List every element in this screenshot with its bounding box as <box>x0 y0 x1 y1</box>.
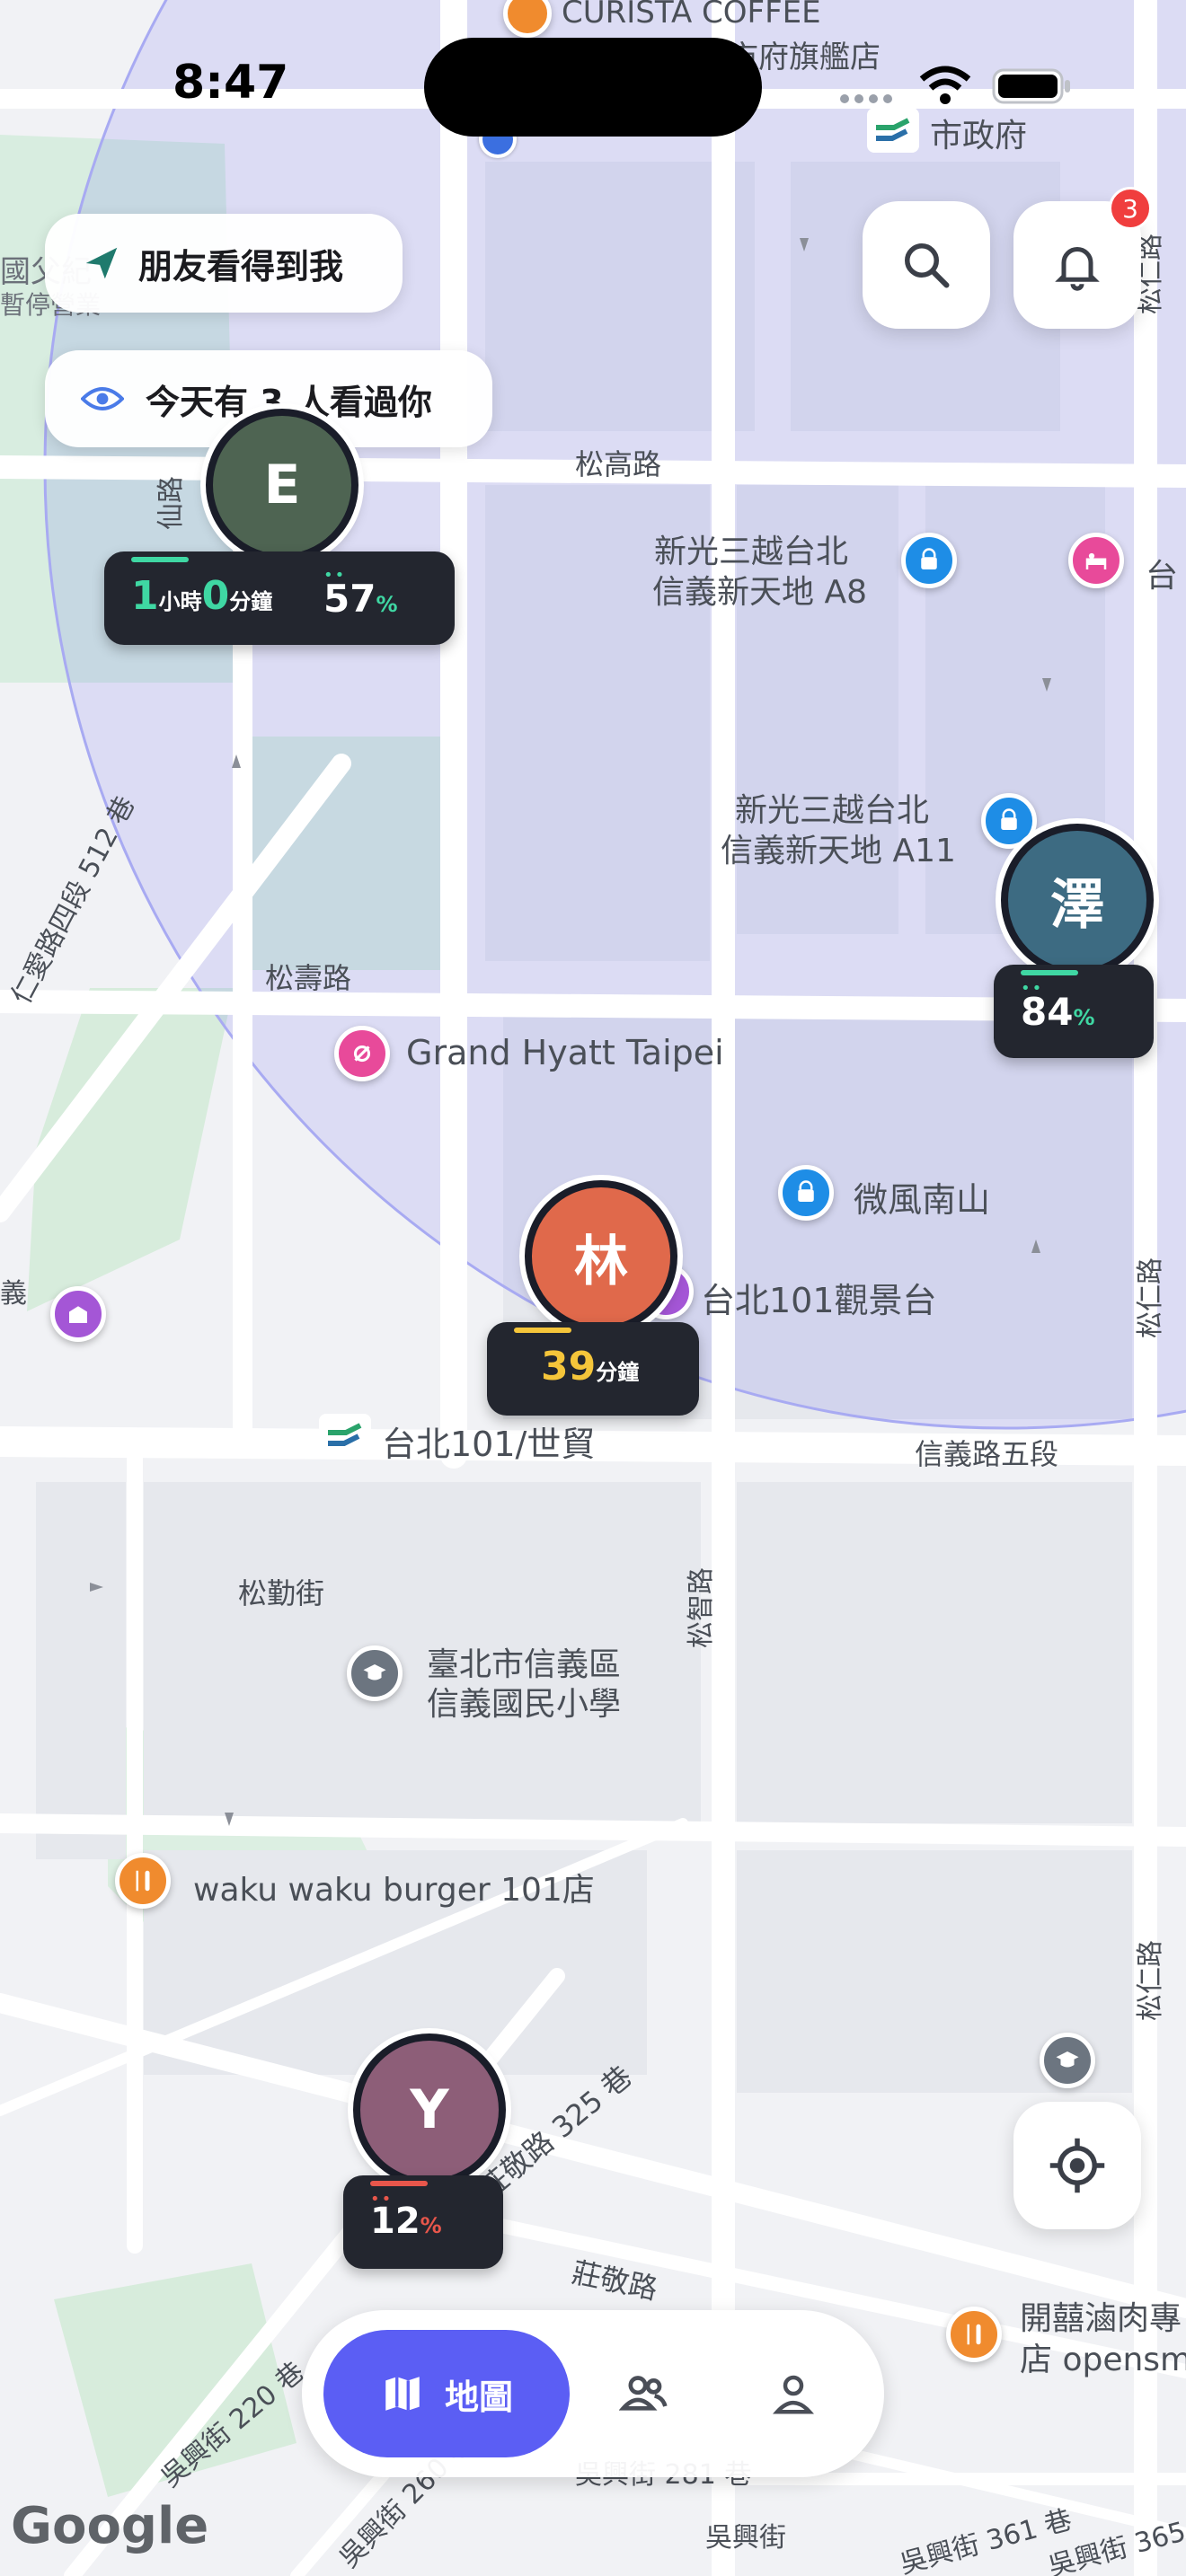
tab-map[interactable]: 地圖 <box>323 2330 570 2457</box>
friend-avatar-ze[interactable]: 澤 <box>1001 824 1154 976</box>
place-label: 台 <box>1146 558 1179 595</box>
place-label: 開囍滷肉專 <box>1020 2300 1182 2337</box>
street-label: 吳興街 <box>705 2522 786 2554</box>
place-label: 微風南山 <box>854 1180 991 1220</box>
send-icon <box>85 247 118 279</box>
place-label: 信義國民小學 <box>427 1686 622 1723</box>
duration-bar <box>514 1328 571 1333</box>
duration-bar <box>131 557 189 562</box>
place-label: 信義新天地 A8 <box>652 574 867 611</box>
duration: 39分鐘 <box>541 1344 640 1389</box>
map-icon <box>385 2377 420 2411</box>
restaurant-poi-icon[interactable] <box>946 2307 1002 2362</box>
place-label: waku waku burger 101店 <box>193 1872 595 1909</box>
entertainment-poi-icon[interactable] <box>334 1026 390 1081</box>
place-label: 台北101/世貿 <box>382 1425 596 1464</box>
street-label: 仙路 <box>155 476 187 530</box>
eye-icon <box>81 387 124 410</box>
battery-bar <box>370 2181 428 2186</box>
friend-initial: 林 <box>574 1230 628 1293</box>
battery-bar <box>1021 970 1078 975</box>
place-label: Grand Hyatt Taipei <box>406 1033 724 1072</box>
locate-button[interactable] <box>1013 2102 1141 2229</box>
place-label: 店 opensm <box>1020 2342 1186 2378</box>
shopping-poi-icon[interactable] <box>901 533 957 588</box>
bell-icon <box>1055 247 1100 291</box>
tab-friends[interactable] <box>613 2362 676 2425</box>
shopping-poi-icon[interactable] <box>778 1165 834 1221</box>
restaurant-poi-icon[interactable] <box>115 1853 171 1909</box>
friend-avatar-lin[interactable]: 林 <box>525 1180 677 1333</box>
street-label: 松勤街 <box>238 1576 324 1610</box>
friend-initial: E <box>263 454 301 516</box>
locate-icon <box>1049 2138 1105 2193</box>
landmark-poi-icon[interactable] <box>50 1286 106 1342</box>
profile-icon <box>772 2375 815 2414</box>
battery-level: 84% <box>1021 990 1095 1034</box>
friend-avatar-e[interactable]: E <box>206 409 358 561</box>
battery-icon <box>992 68 1073 104</box>
wifi-icon <box>918 65 972 106</box>
place-label: 信義新天地 A11 <box>721 833 956 869</box>
street-label: 松仁路 <box>1135 1257 1166 1338</box>
street-label: 松壽路 <box>265 961 351 995</box>
notification-badge: 3 <box>1109 187 1152 230</box>
school-poi-icon[interactable] <box>347 1645 403 1701</box>
friend-status-card[interactable]: •• 12% <box>343 2175 503 2269</box>
friend-status-card[interactable]: 39分鐘 <box>487 1322 699 1416</box>
search-icon <box>905 243 950 288</box>
friend-status-card[interactable]: 1小時0分鐘 •• 57% <box>104 551 455 645</box>
friend-initial: Y <box>410 2078 449 2141</box>
dynamic-island <box>424 38 762 137</box>
friend-avatar-y[interactable]: Y <box>353 2033 506 2186</box>
street-label: 義 <box>0 1278 27 1310</box>
visibility-pill[interactable]: 朋友看得到我 <box>45 214 403 313</box>
friend-initial: 澤 <box>1050 873 1104 937</box>
battery-level: 12% <box>370 2201 442 2242</box>
metro-icon <box>319 1414 371 1457</box>
place-label: CURISTA COFFEE <box>562 0 821 31</box>
tab-profile[interactable] <box>762 2362 825 2425</box>
place-label: 台北101觀景台 <box>701 1281 937 1320</box>
signal-icon <box>839 92 897 104</box>
street-label: 松仁路 <box>1135 1940 1166 2021</box>
street-label: 松智路 <box>686 1567 717 1648</box>
search-button[interactable] <box>863 201 990 329</box>
hotel-poi-icon[interactable] <box>1068 533 1124 588</box>
tab-bar: 地圖 <box>302 2310 884 2477</box>
friends-icon <box>619 2376 668 2411</box>
street-label: 信義路五段 <box>915 1437 1058 1471</box>
status-time: 8:47 <box>173 56 289 110</box>
friend-status-card[interactable]: •• 84% <box>994 965 1154 1058</box>
tab-map-label: 地圖 <box>444 2377 513 2417</box>
google-logo: Google <box>11 2497 209 2555</box>
street-label: 松高路 <box>575 447 661 481</box>
place-label: 市政府 <box>930 118 1028 154</box>
metro-icon <box>867 108 919 153</box>
battery-level: 57% <box>323 577 398 621</box>
school-poi-icon[interactable] <box>1040 2033 1095 2088</box>
duration: 1小時0分鐘 <box>131 573 273 619</box>
visibility-label: 朋友看得到我 <box>138 246 344 287</box>
